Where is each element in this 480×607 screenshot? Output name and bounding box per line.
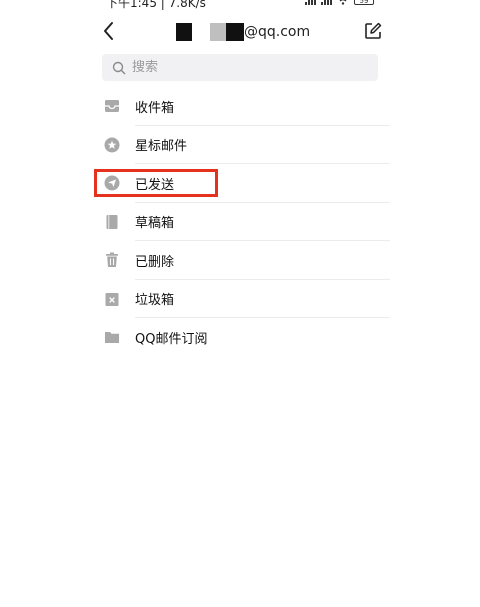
search-input[interactable]	[130, 59, 364, 76]
wifi-icon	[339, 0, 347, 5]
redacted-block	[210, 23, 226, 41]
folder-item-qq-subscription[interactable]: QQ邮件订阅	[0, 318, 480, 357]
folder-label: 垃圾箱	[135, 293, 175, 309]
account-email: @qq.com	[176, 22, 310, 42]
folder-item-inbox[interactable]: 收件箱	[0, 87, 480, 126]
folder-label: 草稿箱	[135, 216, 175, 232]
drafts-icon	[106, 214, 118, 229]
star-icon	[104, 137, 120, 153]
folder-label: 星标邮件	[135, 139, 188, 155]
folder-item-starred[interactable]: 星标邮件	[0, 126, 480, 164]
trash-icon	[106, 252, 118, 268]
spam-icon	[105, 292, 119, 306]
status-time: 下午1:45 | 7.8K/s	[106, 0, 206, 10]
compose-icon[interactable]	[363, 21, 383, 41]
folder-label: 已删除	[135, 254, 175, 270]
folder-item-sent[interactable]: 已发送	[0, 164, 480, 203]
back-icon[interactable]	[100, 20, 118, 42]
status-bar: 下午1:45 | 7.8K/s 59	[0, 0, 480, 12]
search-bar[interactable]	[102, 54, 378, 81]
inbox-icon	[105, 100, 119, 113]
highlight-box	[94, 169, 218, 197]
email-suffix: @qq.com	[244, 24, 311, 40]
signal-icon	[305, 0, 316, 5]
redacted-block	[176, 23, 192, 41]
folder-item-drafts[interactable]: 草稿箱	[0, 203, 480, 241]
signal-icon-2	[321, 0, 332, 5]
subscription-folder-icon	[105, 332, 119, 344]
header: @qq.com	[0, 14, 480, 48]
folder-label: 收件箱	[135, 100, 175, 116]
status-icons: 59	[305, 0, 374, 5]
folder-list: 收件箱 星标邮件 已发送 草稿箱 已删除 垃圾箱 QQ邮件订阅	[0, 87, 480, 357]
battery-icon: 59	[354, 0, 374, 5]
search-icon	[112, 61, 126, 74]
folder-item-spam[interactable]: 垃圾箱	[0, 280, 480, 318]
redacted-block	[226, 23, 244, 41]
folder-item-trash[interactable]: 已删除	[0, 241, 480, 280]
folder-label: QQ邮件订阅	[135, 331, 208, 347]
